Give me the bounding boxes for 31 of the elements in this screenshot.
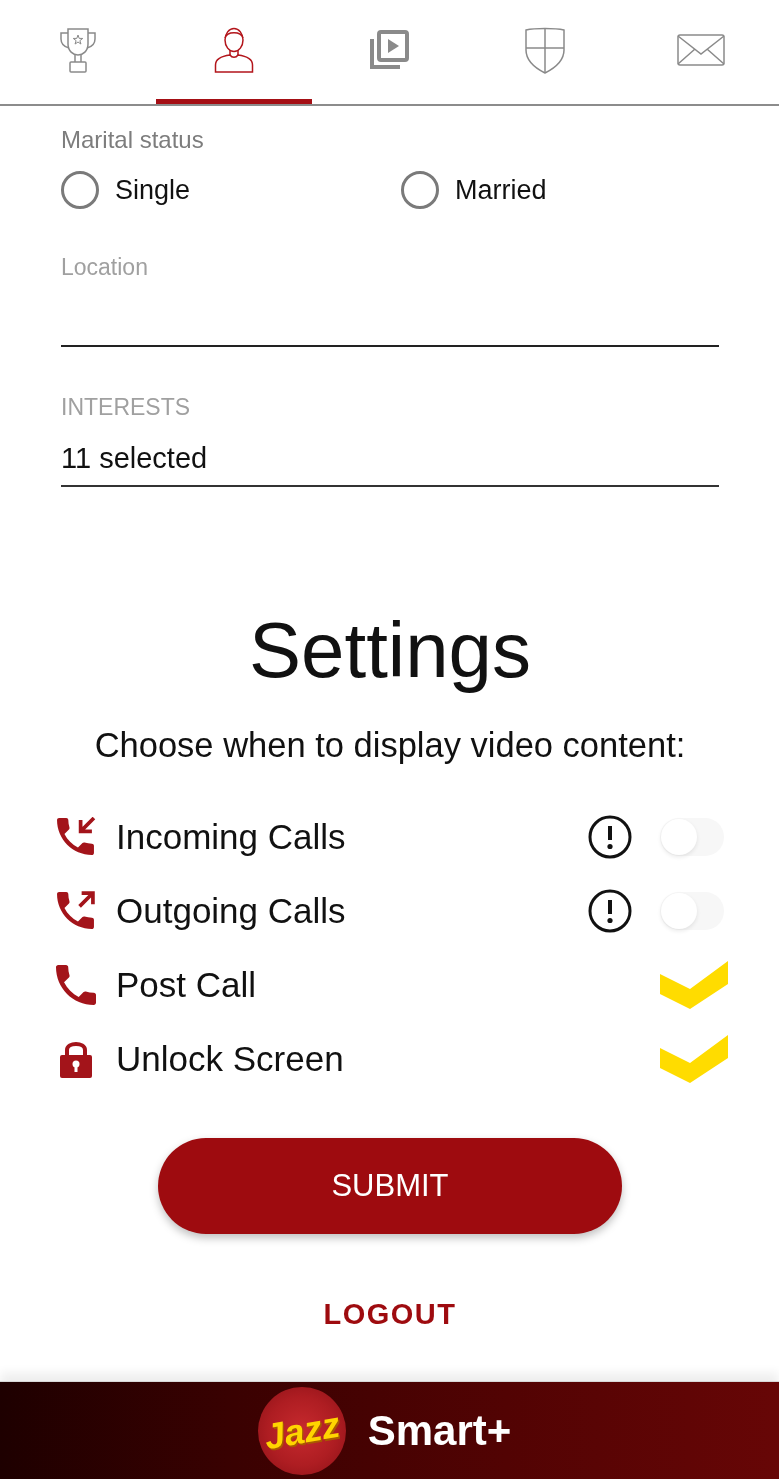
person-icon <box>213 26 254 73</box>
check-mark-icon[interactable] <box>660 1035 728 1083</box>
settings-title: Settings <box>248 605 532 695</box>
outgoing-call-icon <box>56 891 96 931</box>
envelope-icon <box>677 33 726 66</box>
incoming-call-icon <box>56 817 96 857</box>
radio-button[interactable] <box>401 171 439 209</box>
interests-select[interactable]: 11 selected <box>61 440 719 487</box>
phone-icon <box>56 965 96 1005</box>
radio-button[interactable] <box>61 171 99 209</box>
video-library-icon <box>369 29 410 70</box>
setting-label: Unlock Screen <box>116 1039 345 1079</box>
warning-icon[interactable] <box>588 889 632 933</box>
setting-label: Outgoing Calls <box>116 891 347 931</box>
field-label: INTERESTS <box>61 393 192 421</box>
field-label: Location <box>61 253 149 281</box>
warning-icon[interactable] <box>588 815 632 859</box>
radio-label[interactable]: Single <box>115 174 191 206</box>
setting-label: Incoming Calls <box>116 817 347 857</box>
submit-button[interactable]: SUBMIT <box>158 1138 622 1234</box>
field-label: Marital status <box>61 125 205 155</box>
toggle-switch[interactable] <box>660 818 724 856</box>
check-mark-icon[interactable] <box>660 961 728 1009</box>
logout-link[interactable]: LOGOUT <box>323 1296 457 1332</box>
jazz-logo: Jazz <box>257 1386 346 1475</box>
setting-label: Post Call <box>116 965 258 1005</box>
shield-icon <box>523 25 568 74</box>
toggle-switch[interactable] <box>660 892 724 930</box>
settings-subtitle: Choose when to display video content: <box>93 725 687 766</box>
radio-label[interactable]: Married <box>455 174 547 206</box>
brand-name: Smart+ <box>367 1406 512 1455</box>
